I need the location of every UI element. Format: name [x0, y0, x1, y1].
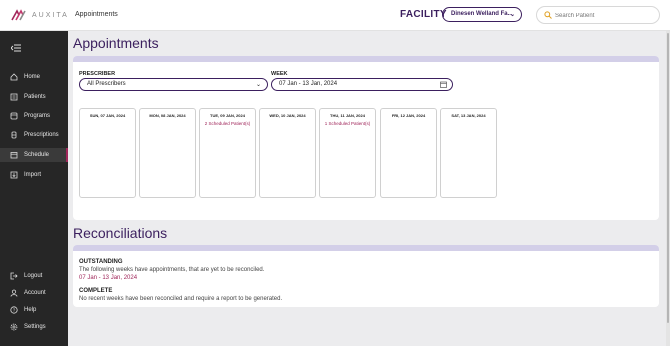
- day-scheduled-count[interactable]: 2 Scheduled Patient(s): [200, 121, 255, 126]
- prescriptions-icon: [11, 131, 17, 139]
- sidebar-item-home[interactable]: Home: [0, 70, 68, 84]
- facility-select[interactable]: Dinesen Welland Fa... ⌄: [442, 7, 522, 22]
- outstanding-title: OUTSTANDING: [79, 259, 123, 265]
- collapse-sidebar-icon[interactable]: [11, 44, 21, 52]
- appointments-card: PRESCRIBER All Prescribers ⌄ WEEK 07 Jan…: [73, 56, 659, 220]
- logout-icon: [10, 272, 18, 280]
- sidebar-item-programs[interactable]: Programs: [0, 109, 68, 123]
- facility-label: FACILITY: [400, 9, 447, 20]
- week-picker[interactable]: 07 Jan - 13 Jan, 2024: [271, 78, 453, 91]
- schedule-icon: [10, 152, 18, 159]
- card-header-band: [73, 56, 659, 62]
- page-scrollbar[interactable]: [666, 31, 670, 346]
- day-scheduled-count[interactable]: 1 Scheduled Patient(s): [320, 121, 375, 126]
- day-column-thu[interactable]: THU, 11 JAN, 2024 1 Scheduled Patient(s): [319, 108, 376, 198]
- sidebar-item-label: Patients: [24, 94, 46, 100]
- sidebar-item-account[interactable]: Account: [0, 286, 68, 300]
- logo-text: AUXITA: [32, 11, 69, 19]
- sidebar-item-label: Prescriptions: [24, 132, 59, 138]
- search-box[interactable]: [536, 6, 660, 24]
- sidebar-item-label: Home: [24, 74, 41, 80]
- logo[interactable]: AUXITA: [11, 9, 69, 21]
- search-input[interactable]: [555, 10, 653, 21]
- day-name: WED, 10 JAN, 2024: [269, 113, 306, 118]
- complete-text: No recent weeks have been reconciled and…: [79, 296, 283, 302]
- help-icon: ?: [10, 306, 18, 314]
- calendar-icon[interactable]: [440, 81, 447, 88]
- day-name: FRI, 12 JAN, 2024: [391, 113, 426, 118]
- day-name: MON, 08 JAN, 2024: [149, 113, 186, 118]
- prescriber-select[interactable]: All Prescribers ⌄: [79, 78, 268, 91]
- day-column-sat[interactable]: SAT, 13 JAN, 2024: [440, 108, 497, 198]
- sidebar-item-schedule[interactable]: Schedule: [0, 148, 68, 162]
- day-column-tue[interactable]: TUE, 09 JAN, 2024 2 Scheduled Patient(s): [199, 108, 256, 198]
- sidebar-item-settings[interactable]: Settings: [0, 320, 68, 334]
- day-column-mon[interactable]: MON, 08 JAN, 2024: [139, 108, 196, 198]
- day-column-wed[interactable]: WED, 10 JAN, 2024: [259, 108, 316, 198]
- sidebar-item-patients[interactable]: Patients: [0, 90, 68, 104]
- top-bar: AUXITA Appointments FACILITY Dinesen Wel…: [0, 0, 670, 31]
- section-title: Reconciliations: [73, 225, 168, 241]
- sidebar: Home Patients Programs Prescriptions Sch…: [0, 31, 68, 346]
- prescriber-select-value: All Prescribers: [87, 81, 126, 87]
- reconciliations-card: OUTSTANDING The following weeks have app…: [73, 245, 659, 307]
- week-label: WEEK: [271, 71, 288, 77]
- sidebar-item-label: Programs: [24, 113, 51, 119]
- patients-icon: [10, 93, 18, 101]
- outstanding-text: The following weeks have appointments, t…: [79, 267, 265, 273]
- day-column-sun[interactable]: SUN, 07 JAN, 2024: [79, 108, 136, 198]
- sidebar-item-prescriptions[interactable]: Prescriptions: [0, 128, 68, 142]
- prescriber-label: PRESCRIBER: [79, 71, 116, 77]
- account-icon: [10, 289, 18, 297]
- settings-icon: [10, 323, 18, 331]
- sidebar-item-label: Settings: [24, 324, 46, 330]
- sidebar-item-logout[interactable]: Logout: [0, 269, 68, 283]
- chevron-down-icon: ⌄: [509, 12, 515, 18]
- day-name: SAT, 13 JAN, 2024: [451, 113, 486, 118]
- complete-title: COMPLETE: [79, 288, 113, 294]
- svg-text:?: ?: [13, 308, 16, 313]
- sidebar-item-label: Schedule: [24, 152, 50, 158]
- search-icon: [544, 11, 552, 19]
- sidebar-item-help[interactable]: ? Help: [0, 303, 68, 317]
- day-column-fri[interactable]: FRI, 12 JAN, 2024: [380, 108, 437, 198]
- breadcrumb: Appointments: [75, 11, 118, 18]
- sidebar-item-label: Account: [24, 290, 46, 296]
- import-icon: [10, 171, 18, 179]
- chevron-down-icon: ⌄: [255, 82, 261, 88]
- sidebar-item-label: Help: [24, 307, 37, 313]
- day-name: THU, 11 JAN, 2024: [330, 113, 365, 118]
- page-title: Appointments: [73, 35, 159, 51]
- facility-select-value: Dinesen Welland Fa...: [451, 11, 513, 17]
- programs-icon: [10, 112, 18, 120]
- home-icon: [10, 73, 18, 81]
- scrollbar-thumb[interactable]: [667, 33, 669, 323]
- main-content: Appointments PRESCRIBER All Prescribers …: [68, 31, 666, 346]
- card-header-band: [73, 245, 659, 251]
- sidebar-item-label: Import: [24, 172, 42, 178]
- auxita-logo-icon: [11, 9, 26, 21]
- sidebar-item-import[interactable]: Import: [0, 168, 68, 182]
- sidebar-item-label: Logout: [24, 273, 43, 279]
- week-picker-value: 07 Jan - 13 Jan, 2024: [279, 81, 338, 87]
- outstanding-week-link[interactable]: 07 Jan - 13 Jan, 2024: [79, 275, 137, 281]
- day-name: SUN, 07 JAN, 2024: [89, 113, 126, 118]
- day-name: TUE, 09 JAN, 2024: [210, 113, 245, 118]
